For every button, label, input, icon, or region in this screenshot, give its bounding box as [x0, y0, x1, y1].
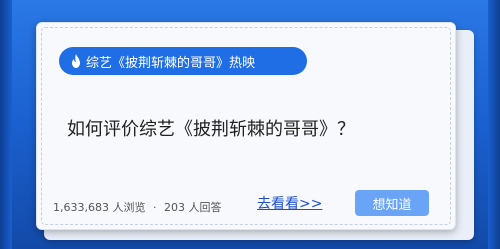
- question-card: 综艺《披荆斩棘的哥哥》热映 如何评价综艺《披荆斩棘的哥哥》？ 1,633,683…: [36, 22, 456, 230]
- answer-count-label: 人回答: [188, 201, 222, 214]
- question-title[interactable]: 如何评价综艺《披荆斩棘的哥哥》？: [67, 115, 355, 141]
- topic-tag-label: 综艺《披荆斩棘的哥哥》热映: [86, 55, 256, 71]
- want-to-know-button[interactable]: 想知道: [355, 190, 429, 216]
- background-edge-right: [488, 0, 500, 249]
- view-count: 1,633,683: [53, 201, 109, 214]
- answer-count: 203: [163, 201, 185, 214]
- flame-icon: [72, 54, 80, 68]
- stats-separator: ·: [152, 201, 157, 214]
- go-see-link[interactable]: 去看看>>: [257, 193, 322, 213]
- view-count-label: 人浏览: [112, 201, 146, 214]
- question-stats: 1,633,683 人浏览 · 203 人回答: [53, 199, 221, 215]
- topic-tag[interactable]: 综艺《披荆斩棘的哥哥》热映: [59, 47, 307, 75]
- background-edge-left: [0, 0, 12, 249]
